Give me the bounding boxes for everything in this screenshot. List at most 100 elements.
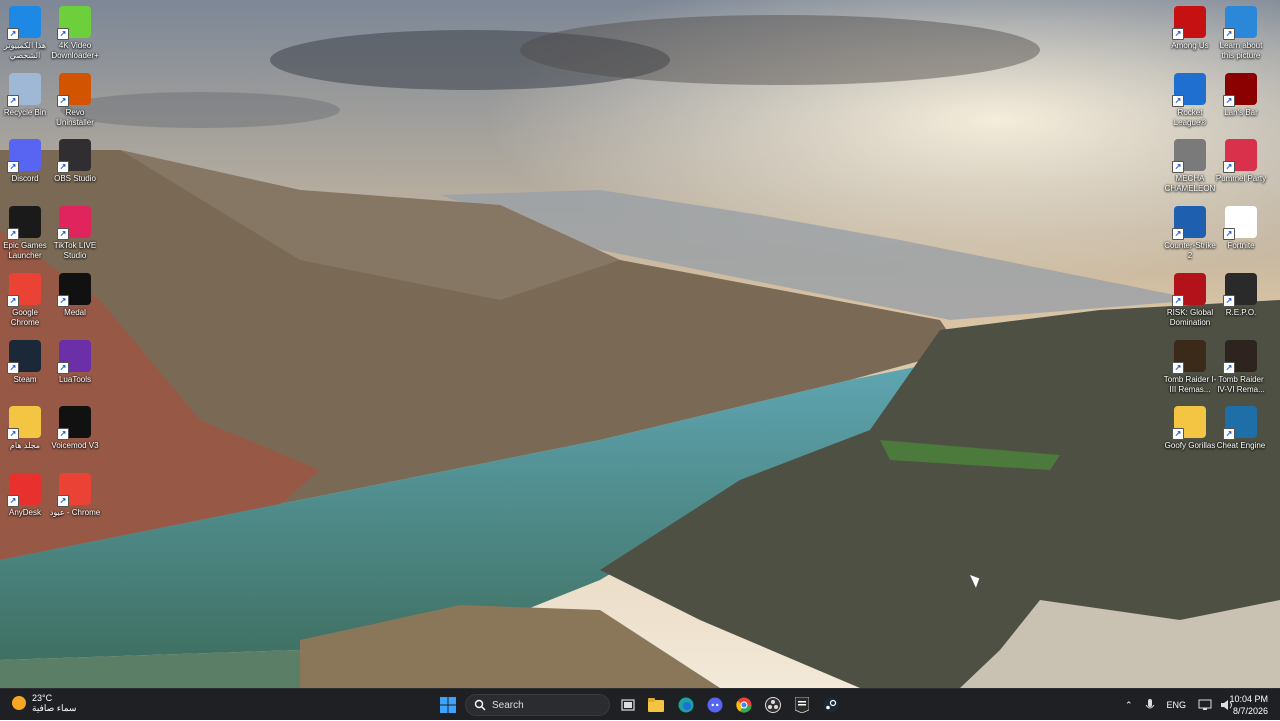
taskbar-obs[interactable] [762, 694, 784, 716]
taskbar-chrome[interactable] [733, 694, 755, 716]
desktop-icon-label: هذا الكمبيوتر الشخصي [3, 41, 47, 60]
recycle-bin-icon: ↗ [7, 72, 41, 107]
desktop-icon-medal[interactable]: ↗ Medal [50, 269, 100, 333]
desktop-icon-chrome[interactable]: ↗ Google Chrome [0, 269, 50, 333]
desktop-icon-label: Epic Games Launcher [3, 241, 47, 261]
desktop-icon-rocket-league[interactable]: ↗ Rocket League® [1165, 69, 1215, 133]
taskbar: 23°C سماء صافية Search ⌃ ENG 10:04 PM 8/… [0, 688, 1280, 720]
desktop-icon-learn-picture[interactable]: ↗ Learn about this picture [1216, 2, 1266, 66]
desktop-icon-voicemod[interactable]: ↗ Voicemod V3 [50, 402, 100, 466]
network-icon[interactable] [1198, 699, 1212, 711]
desktop-icon-tomb-raider-4[interactable]: ↗ Tomb Raider IV-VI Rema... [1216, 336, 1266, 400]
start-button[interactable] [437, 694, 459, 716]
desktop-icon-discord[interactable]: ↗ Discord [0, 135, 50, 199]
discord-icon [707, 697, 723, 713]
desktop-icon-label: Goofy Gorillas [1164, 441, 1216, 451]
chrome-icon: ↗ [7, 272, 41, 307]
windows-icon [440, 697, 456, 713]
desktop-icon-risk[interactable]: ↗ RISK: Global Domination [1165, 269, 1215, 333]
fortnite-file-icon: ↗ [1223, 206, 1257, 241]
tomb-raider-4-icon: ↗ [1223, 339, 1257, 374]
desktop-icon-steam[interactable]: ↗ Steam [0, 336, 50, 400]
weather-temperature: 23°C [32, 693, 53, 703]
shortcut-arrow-icon: ↗ [57, 494, 69, 507]
desktop-icon-label: LuaTools [58, 374, 92, 384]
desktop-icon-pummel-party[interactable]: ↗ Pummel Party [1216, 135, 1266, 199]
desktop-icon-label: Revo Uninstaller [56, 107, 94, 127]
desktop-icon-recycle-bin[interactable]: ↗ Recycle Bin [0, 69, 50, 133]
desktop-icon-goofy-gorillas[interactable]: ↗ Goofy Gorillas [1165, 402, 1215, 466]
weather-widget[interactable]: 23°C سماء صافية [12, 693, 76, 713]
shortcut-arrow-icon: ↗ [7, 494, 19, 507]
desktop-icon-label: Pummel Party [1215, 174, 1267, 184]
desktop-icon-epic-games[interactable]: ↗ Epic Games Launcher [0, 202, 50, 266]
shortcut-arrow-icon: ↗ [1223, 28, 1235, 40]
desktop-icon-mecha-chameleon[interactable]: ↗ MECHA CHAMELEON [1165, 135, 1215, 199]
desktop-icon-tomb-raider[interactable]: ↗ Tomb Raider I-III Remas... [1163, 336, 1217, 400]
desktop-icon-label: مجلد هام [9, 441, 41, 451]
desktop-icon-fortnite-file[interactable]: ↗ Fortnite [1216, 202, 1266, 266]
desktop-icon-chrome-profile[interactable]: ↗ عبود - Chrome [50, 469, 100, 533]
among-us-icon: ↗ [1172, 6, 1206, 40]
desktop-icon-revo-uninstaller[interactable]: ↗ Revo Uninstaller [50, 69, 100, 133]
search-icon [474, 699, 486, 711]
desktop-icon-label: Medal [64, 307, 86, 317]
obs-icon [765, 697, 781, 713]
desktop-icon-tiktok-live-studio[interactable]: ↗ TikTok LIVE Studio [50, 202, 100, 266]
pummel-party-icon: ↗ [1223, 139, 1257, 174]
task-view-icon [621, 699, 635, 711]
shortcut-arrow-icon: ↗ [1172, 94, 1184, 107]
luatools-icon: ↗ [57, 339, 91, 374]
risk-icon: ↗ [1172, 272, 1206, 307]
weather-description: سماء صافية [32, 703, 77, 713]
desktop-icon-luatools[interactable]: ↗ LuaTools [50, 336, 100, 400]
desktop-icon-label: Voicemod V3 [51, 441, 99, 451]
desktop-icon-folder[interactable]: ↗ مجلد هام [0, 402, 50, 466]
desktop-icon-label: Lan's Bar [1224, 107, 1258, 117]
taskbar-file-explorer[interactable] [645, 694, 667, 716]
taskbar-discord[interactable] [704, 694, 726, 716]
desktop-icon-label: Tomb Raider I-III Remas... [1163, 374, 1217, 394]
chrome-icon [736, 697, 752, 713]
taskbar-epic-games[interactable] [791, 694, 813, 716]
desktop-icon-among-us[interactable]: ↗ Among Us [1165, 2, 1215, 66]
microphone-icon[interactable] [1145, 698, 1155, 712]
epic-games-icon: ↗ [7, 206, 41, 241]
shortcut-arrow-icon: ↗ [7, 294, 19, 307]
clock-date: 8/7/2026 [1232, 706, 1268, 716]
desktop-icon-4k-video-downloader[interactable]: ↗ 4K Video Downloader+ [50, 2, 100, 66]
shortcut-arrow-icon: ↗ [1172, 161, 1184, 174]
task-view-button[interactable] [617, 694, 639, 716]
voicemod-icon: ↗ [57, 406, 91, 441]
desktop-icon-anydesk[interactable]: ↗ AnyDesk [0, 469, 50, 533]
taskbar-steam[interactable] [820, 694, 842, 716]
taskbar-clock[interactable]: 10:04 PM 8/7/2026 [1229, 693, 1268, 717]
desktop-icon-cheat-engine[interactable]: ↗ Cheat Engine [1216, 402, 1266, 466]
anydesk-icon: ↗ [7, 472, 41, 507]
discord-icon: ↗ [7, 139, 41, 174]
shortcut-arrow-icon: ↗ [7, 94, 19, 107]
shortcut-arrow-icon: ↗ [57, 428, 69, 441]
desktop-icon-label: Recycle Bin [3, 107, 47, 117]
taskbar-edge[interactable] [675, 694, 697, 716]
shortcut-arrow-icon: ↗ [1172, 228, 1184, 241]
language-indicator[interactable]: ENG [1167, 700, 1187, 710]
desktop-icon-obs-studio[interactable]: ↗ OBS Studio [50, 135, 100, 199]
shortcut-arrow-icon: ↗ [57, 28, 69, 40]
desktop-icon-this-pc[interactable]: ↗ هذا الكمبيوتر الشخصي [0, 2, 50, 66]
taskbar-search-box[interactable]: Search [465, 694, 610, 716]
rocket-league-icon: ↗ [1172, 72, 1206, 107]
desktop-icon-label: OBS Studio [54, 174, 96, 184]
tray-overflow-chevron-icon[interactable]: ⌃ [1125, 700, 1133, 711]
system-tray: ⌃ ENG [1125, 689, 1242, 721]
desktop-icon-lans-bar[interactable]: ↗ Lan's Bar [1216, 69, 1266, 133]
tomb-raider-icon: ↗ [1172, 339, 1206, 374]
shortcut-arrow-icon: ↗ [1172, 428, 1184, 441]
desktop-icon-repo[interactable]: ↗ R.E.P.O. [1216, 269, 1266, 333]
desktop-icon-label: Tomb Raider IV-VI Rema... [1217, 374, 1265, 394]
desktop-icon-counter-strike[interactable]: ↗ Counter-Strike 2 [1164, 202, 1216, 266]
desktop-icon-label: Steam [13, 374, 37, 384]
weather-sun-icon [12, 696, 26, 710]
desktop-icon-label: Among Us [1171, 41, 1209, 50]
folder-icon: ↗ [7, 406, 41, 441]
